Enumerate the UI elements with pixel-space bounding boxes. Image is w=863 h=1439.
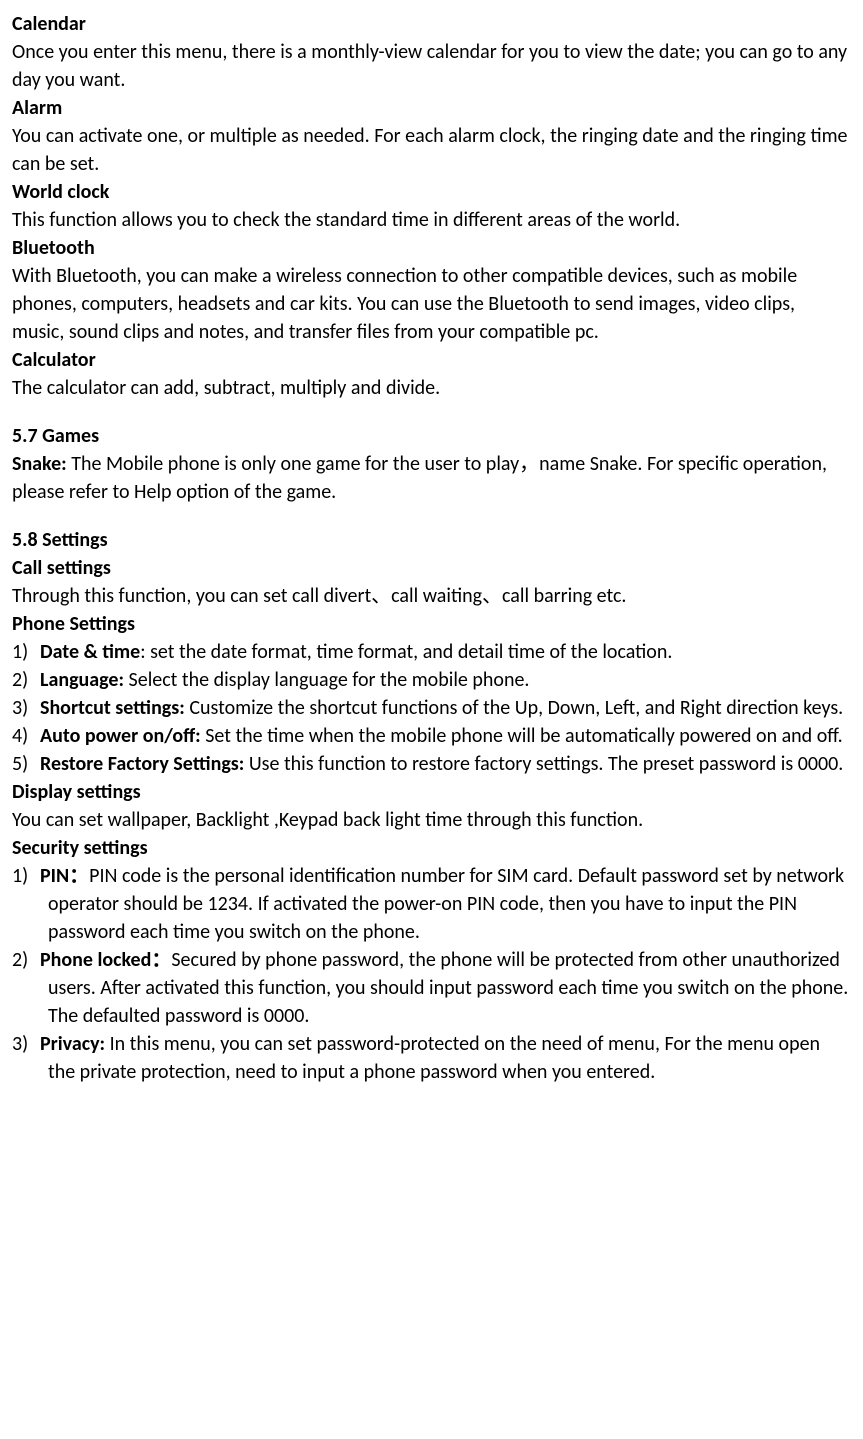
bluetooth-title: Bluetooth (12, 234, 851, 262)
calendar-body: Once you enter this menu, there is a mon… (12, 38, 851, 94)
phone-settings-item: 3)Shortcut settings: Customize the short… (12, 694, 851, 722)
list-number: 4) (12, 722, 40, 750)
snake-label: Snake: (12, 452, 67, 476)
item-sep: : (140, 640, 150, 664)
phone-settings-item: 1)Date & time: set the date format, time… (12, 638, 851, 666)
bluetooth-body: With Bluetooth, you can make a wireless … (12, 262, 851, 346)
alarm-title: Alarm (12, 94, 851, 122)
item-body: PIN code is the personal identification … (48, 864, 844, 944)
snake-body: The Mobile phone is only one game for th… (12, 452, 827, 504)
item-body: Use this function to restore factory set… (249, 752, 844, 776)
item-label: Auto power on/off: (40, 724, 201, 748)
games-snake: Snake: The Mobile phone is only one game… (12, 450, 851, 506)
display-settings-title: Display settings (12, 778, 851, 806)
security-settings-item: 1)PIN：PIN code is the personal identific… (12, 862, 851, 946)
games-title: 5.7 Games (12, 422, 851, 450)
list-number: 5) (12, 750, 40, 778)
phone-settings-item: 2)Language: Select the display language … (12, 666, 851, 694)
item-label: Privacy: (40, 1032, 105, 1056)
world-clock-title: World clock (12, 178, 851, 206)
list-number: 2) (12, 946, 40, 974)
display-settings-body: You can set wallpaper, Backlight ,Keypad… (12, 806, 851, 834)
item-body: Customize the shortcut functions of the … (189, 696, 843, 720)
item-body: Set the time when the mobile phone will … (205, 724, 842, 748)
calculator-title: Calculator (12, 346, 851, 374)
phone-settings-item: 5)Restore Factory Settings: Use this fun… (12, 750, 851, 778)
item-label: Restore Factory Settings: (40, 752, 244, 776)
calculator-body: The calculator can add, subtract, multip… (12, 374, 851, 402)
item-label: Phone locked： (40, 948, 171, 972)
security-settings-list: 1)PIN：PIN code is the personal identific… (12, 862, 851, 1086)
item-body: set the date format, time format, and de… (150, 640, 672, 664)
security-settings-item: 3)Privacy: In this menu, you can set pas… (12, 1030, 851, 1086)
list-number: 2) (12, 666, 40, 694)
settings-title: 5.8 Settings (12, 526, 851, 554)
list-number: 1) (12, 862, 40, 890)
list-number: 3) (12, 1030, 40, 1058)
world-clock-body: This function allows you to check the st… (12, 206, 851, 234)
phone-settings-item: 4)Auto power on/off: Set the time when t… (12, 722, 851, 750)
item-body: Select the display language for the mobi… (129, 668, 530, 692)
phone-settings-list: 1)Date & time: set the date format, time… (12, 638, 851, 778)
item-label: Language: (40, 668, 124, 692)
item-body: In this menu, you can set password-prote… (48, 1032, 820, 1084)
alarm-body: You can activate one, or multiple as nee… (12, 122, 851, 178)
item-label: PIN： (40, 864, 89, 888)
list-number: 3) (12, 694, 40, 722)
list-number: 1) (12, 638, 40, 666)
item-label: Shortcut settings: (40, 696, 185, 720)
call-settings-body: Through this function, you can set call … (12, 582, 851, 610)
phone-settings-title: Phone Settings (12, 610, 851, 638)
calendar-title: Calendar (12, 10, 851, 38)
security-settings-item: 2)Phone locked：Secured by phone password… (12, 946, 851, 1030)
item-label: Date & time (40, 640, 140, 664)
security-settings-title: Security settings (12, 834, 851, 862)
call-settings-title: Call settings (12, 554, 851, 582)
